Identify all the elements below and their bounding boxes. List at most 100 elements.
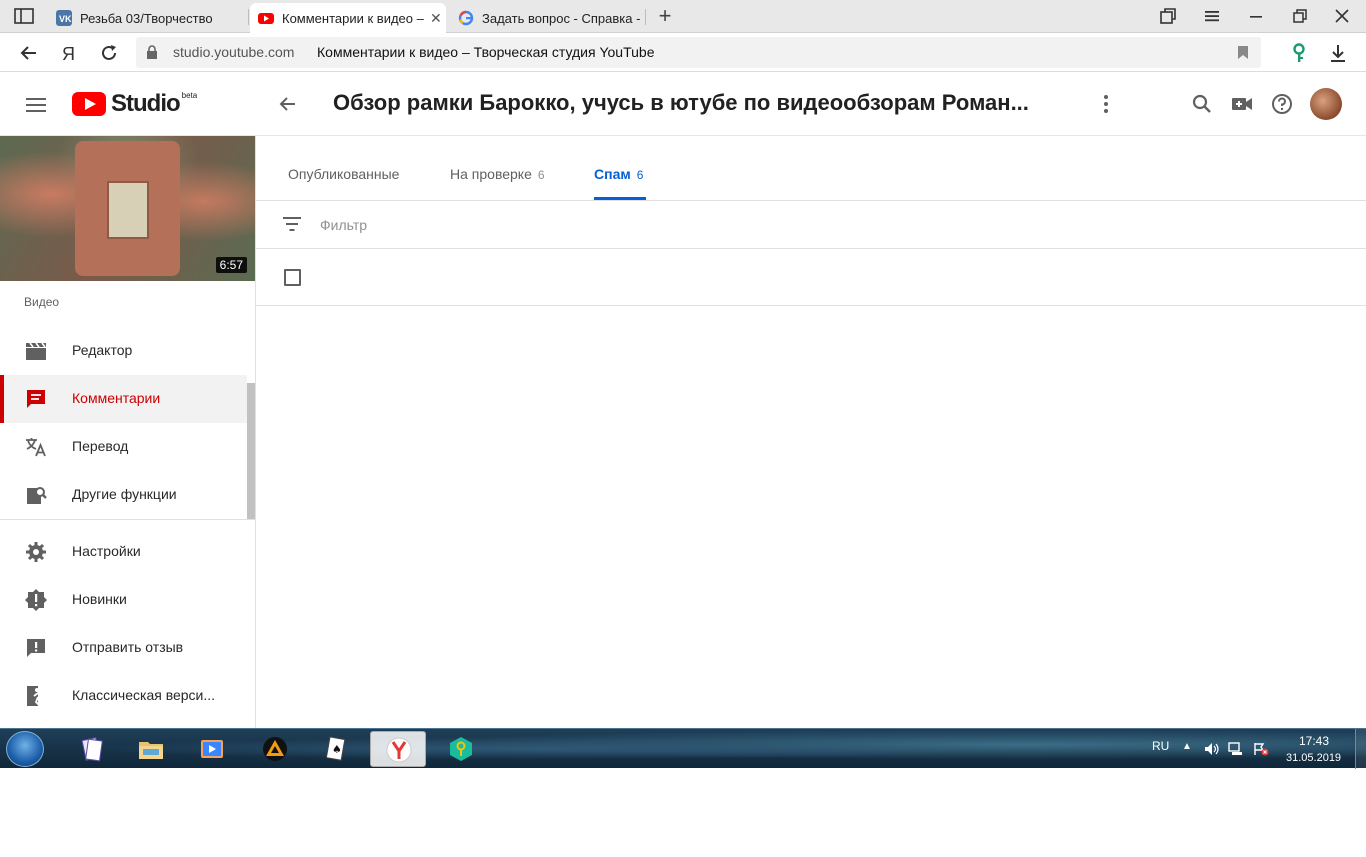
lock-icon [147,45,157,59]
youtube-icon [258,13,274,24]
help-icon[interactable] [1270,92,1294,116]
search-icon[interactable] [1190,92,1214,116]
google-icon [458,10,474,26]
sidebar-item-send-feedback[interactable]: Отправить отзыв [0,624,247,672]
filter-icon[interactable] [283,217,301,231]
solitaire-icon: ♠ [325,736,346,761]
sidebar-item-label: Перевод [72,438,129,454]
sidebar-item-other-features[interactable]: Другие функции [0,471,247,519]
network-icon[interactable] [1228,742,1244,756]
yandex-logo-icon[interactable]: Я [57,42,79,64]
video-thumbnail[interactable]: 6:57 [0,136,255,281]
active-tab-indicator [594,197,646,200]
sidebar-scrollbar[interactable] [247,383,255,519]
more-features-icon [27,487,47,504]
tab-label: На проверке [450,166,532,182]
tab-count: 6 [537,168,545,182]
svg-text:Я: Я [62,44,75,64]
folder-icon [139,742,163,759]
sidebar-item-label: Настройки [72,543,141,559]
taskbar-app-solitaire[interactable]: ♠ [307,731,363,767]
language-indicator[interactable]: RU [1152,739,1169,753]
bookmark-icon[interactable] [1237,45,1249,60]
password-key-icon[interactable] [1288,42,1310,64]
card-game-icon [81,737,103,762]
taskbar-app-media-player[interactable] [184,731,240,767]
browser-menu-icon[interactable] [1202,6,1222,26]
sidebar-item-label: Отправить отзыв [72,639,184,655]
browser-tab-strip: VK Резьба 03/Творчество Комментарии к ви… [0,0,1366,33]
browser-tab-vk[interactable]: VK Резьба 03/Творчество [56,3,246,33]
taskbar-app-explorer[interactable] [123,731,179,767]
key-hexagon-icon [450,737,472,761]
sidebar-item-comments[interactable]: Комментарии [0,375,247,423]
clock-date[interactable]: 31.05.2019 [1286,752,1341,764]
clock-time[interactable]: 17:43 [1299,734,1329,748]
feedback-icon [27,639,45,657]
sidebar-item-editor[interactable]: Редактор [0,327,247,375]
more-vert-icon[interactable] [1098,93,1114,115]
minimize-icon[interactable] [1246,6,1266,26]
filter-input[interactable]: Фильтр [320,217,367,233]
start-button[interactable] [6,731,44,767]
comment-icon [27,390,45,408]
action-center-flag-icon[interactable] [1253,742,1269,756]
browser-toolbar: Я studio.youtube.com Комментарии к видео… [0,33,1366,72]
aimp-triangle-icon [263,737,287,761]
tab-held-for-review[interactable]: На проверке 6 [450,166,545,182]
logo-text: Studio [111,90,181,117]
tabs-overview-icon[interactable] [1158,6,1178,26]
download-icon[interactable] [1327,42,1349,64]
close-window-icon[interactable] [1332,6,1352,26]
tray-overflow-icon[interactable]: ▲ [1182,741,1192,752]
browser-tab-google-help[interactable]: Задать вопрос - Справка - [458,3,640,33]
sidebar-item-translation[interactable]: Перевод [0,423,247,471]
account-avatar[interactable] [1310,88,1342,120]
taskbar-app-aimp[interactable] [247,731,303,767]
tab-label: Опубликованные [288,166,400,182]
create-video-icon[interactable] [1230,92,1254,116]
taskbar-app-cards[interactable] [64,731,120,767]
tab-title: Задать вопрос - Справка - [482,10,640,26]
select-all-row [256,249,1366,306]
taskbar-app-yandex-browser[interactable] [370,731,426,767]
clapperboard-icon [26,342,46,360]
page-title-in-omnibox: Комментарии к видео – Творческая студия … [317,44,655,60]
back-icon[interactable] [18,42,40,64]
sidebar-item-whats-new[interactable]: Новинки [0,576,247,624]
studio-header: Studio beta Обзор рамки Барокко, учусь в… [0,72,1366,136]
sidebar-item-label: Комментарии [72,390,161,406]
restore-window-icon[interactable] [1290,6,1310,26]
video-title: Обзор рамки Барокко, учусь в ютубе по ви… [333,90,1029,115]
tab-separator [645,9,646,25]
svg-text:♠: ♠ [332,743,342,756]
volume-icon[interactable] [1204,742,1220,756]
vk-icon: VK [56,10,72,26]
baroque-frame-image [75,141,180,276]
sidebar-item-label: Классическая верси... [72,687,216,703]
translate-icon [26,438,46,457]
address-bar[interactable]: studio.youtube.com Комментарии к видео –… [136,37,1261,68]
tab-count: 6 [636,168,644,182]
taskbar-app-keepass[interactable] [433,731,489,767]
tab-separator [248,9,249,25]
sidebar-item-classic-version[interactable]: Классическая верси... [0,672,247,720]
new-tab-button[interactable]: + [654,5,676,27]
beta-badge: beta [181,91,198,100]
back-arrow-icon[interactable] [278,94,298,114]
sidebar-item-settings[interactable]: Настройки [0,528,247,576]
sidebar-toggle-icon[interactable] [14,8,34,24]
youtube-studio-logo[interactable]: Studio beta [72,90,198,118]
filter-bar[interactable]: Фильтр [256,201,1366,249]
tab-title: Резьба 03/Творчество [80,10,213,26]
select-all-checkbox[interactable] [284,269,301,286]
show-desktop-button[interactable] [1355,729,1366,769]
yandex-browser-icon [386,737,412,763]
tab-published[interactable]: Опубликованные [288,166,399,182]
hamburger-menu-icon[interactable] [26,98,46,112]
browser-tab-youtube-studio[interactable]: Комментарии к видео – ✕ [250,3,446,33]
reload-icon[interactable] [98,42,120,64]
close-tab-icon[interactable]: ✕ [430,10,442,27]
comment-tabs: Опубликованные На проверке 6 Спам 6 [256,136,1366,201]
tab-spam[interactable]: Спам 6 [594,166,643,182]
